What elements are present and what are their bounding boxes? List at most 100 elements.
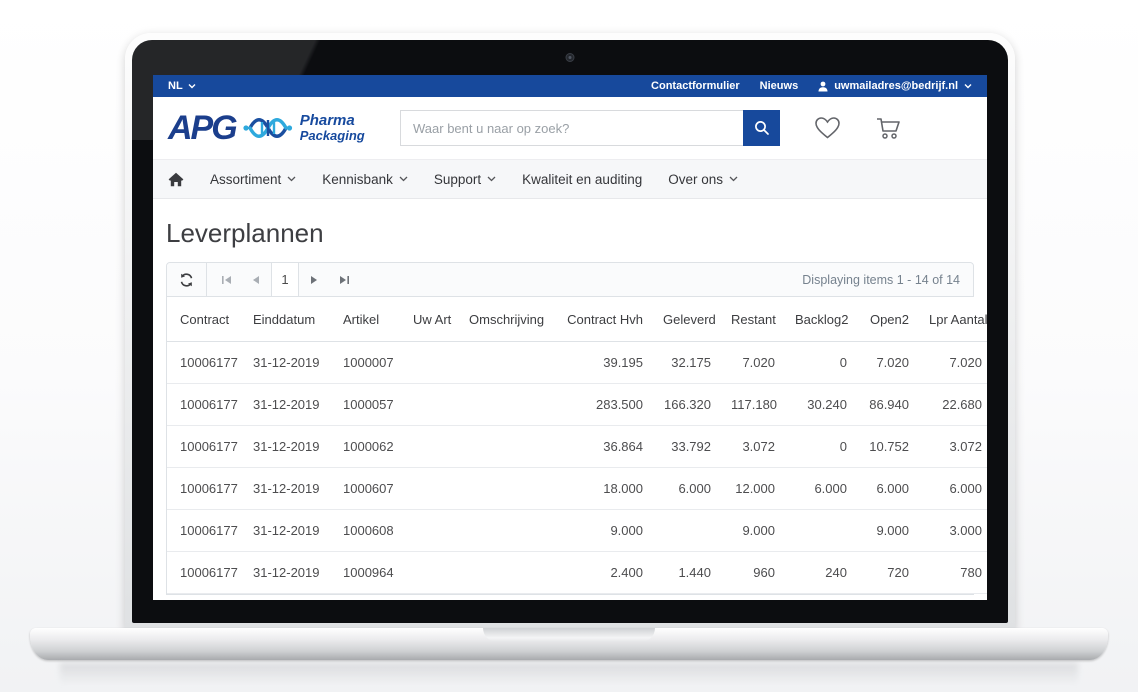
cell-omschrijving <box>459 510 555 552</box>
cell-einddatum: 31-12-2019 <box>243 510 333 552</box>
column-header-restant[interactable]: Restant <box>721 297 785 342</box>
cell-open2: 86.940 <box>857 384 919 426</box>
cell-contract-hvh: 2.400 <box>555 552 653 594</box>
laptop-base <box>30 628 1108 660</box>
nav-support[interactable]: Support <box>434 172 496 187</box>
cell-open2: 9.000 <box>857 510 919 552</box>
cell-contract: 10006177 <box>167 552 243 594</box>
nav-kwaliteit-en-auditing[interactable]: Kwaliteit en auditing <box>522 172 642 187</box>
top-utility-bar: NL Contactformulier Nieuws uwmailadres@b… <box>153 75 987 97</box>
nav-over-ons[interactable]: Over ons <box>668 172 738 187</box>
prev-page-button[interactable] <box>241 263 271 296</box>
cell-lpr-aantal: 6.000 <box>919 468 987 510</box>
refresh-icon <box>179 273 194 287</box>
column-header-lpr-aantal[interactable]: Lpr Aantal <box>919 297 987 342</box>
cell-restant: 117.180 <box>721 384 785 426</box>
laptop-bezel: NL Contactformulier Nieuws uwmailadres@b… <box>132 40 1008 623</box>
column-header-einddatum[interactable]: Einddatum <box>243 297 333 342</box>
pager: 1 <box>211 263 359 296</box>
column-header-contract-hvh[interactable]: Contract Hvh <box>555 297 653 342</box>
cell-artikel: 1000057 <box>333 384 403 426</box>
cell-uw-art <box>403 552 459 594</box>
pager-status: Displaying items 1 - 14 of 14 <box>802 263 973 296</box>
cell-restant: 12.000 <box>721 468 785 510</box>
cell-contract: 10006177 <box>167 342 243 384</box>
cart-button[interactable] <box>875 116 903 141</box>
column-header-geleverd[interactable]: Geleverd <box>653 297 721 342</box>
cell-contract: 10006177 <box>167 510 243 552</box>
nav-kennisbank[interactable]: Kennisbank <box>322 172 408 187</box>
search-input[interactable] <box>400 110 743 146</box>
column-header-omschrijving[interactable]: Omschrijving <box>459 297 555 342</box>
column-header-uw-art[interactable]: Uw Art <box>403 297 459 342</box>
chevron-down-icon <box>964 83 972 89</box>
first-page-button[interactable] <box>211 263 241 296</box>
language-selector[interactable]: NL <box>168 80 196 92</box>
contact-form-link[interactable]: Contactformulier <box>651 80 740 92</box>
cell-uw-art <box>403 342 459 384</box>
table-row: 10006177 31-12-2019 1000057 283.500 166.… <box>167 384 987 426</box>
table-row: 10006177 31-12-2019 1000007 39.195 32.17… <box>167 342 987 384</box>
main-navigation: Assortiment Kennisbank Support Kwaliteit… <box>153 159 987 199</box>
cell-artikel: 1000608 <box>333 510 403 552</box>
news-link[interactable]: Nieuws <box>760 80 799 92</box>
cell-lpr-aantal: 7.020 <box>919 342 987 384</box>
account-menu[interactable]: uwmailadres@bedrijf.nl <box>818 80 972 92</box>
leverplannen-table: Contract Einddatum Artikel Uw Art Omschr… <box>167 297 987 594</box>
cell-geleverd: 32.175 <box>653 342 721 384</box>
cell-geleverd <box>653 510 721 552</box>
wishlist-button[interactable] <box>814 116 841 140</box>
table-row: 10006177 31-12-2019 1000062 36.864 33.79… <box>167 426 987 468</box>
cell-contract-hvh: 36.864 <box>555 426 653 468</box>
page-title: Leverplannen <box>166 218 974 249</box>
account-email: uwmailadres@bedrijf.nl <box>834 80 958 92</box>
cell-restant: 960 <box>721 552 785 594</box>
company-logo[interactable]: APG Pharma P <box>168 111 400 145</box>
search-box <box>400 110 780 146</box>
cell-geleverd: 6.000 <box>653 468 721 510</box>
chevron-down-icon <box>487 176 496 182</box>
nav-assortiment[interactable]: Assortiment <box>210 172 296 187</box>
column-header-open2[interactable]: Open2 <box>857 297 919 342</box>
cell-lpr-aantal: 3.072 <box>919 426 987 468</box>
table-header-row: Contract Einddatum Artikel Uw Art Omschr… <box>167 297 987 342</box>
search-icon <box>754 120 770 136</box>
chevron-down-icon <box>399 176 408 182</box>
page-number-current[interactable]: 1 <box>271 263 299 296</box>
chevron-down-icon <box>729 176 738 182</box>
cell-backlog2: 6.000 <box>785 468 857 510</box>
cell-omschrijving <box>459 468 555 510</box>
cell-restant: 3.072 <box>721 426 785 468</box>
cell-contract-hvh: 9.000 <box>555 510 653 552</box>
table-row: 10006177 31-12-2019 1000964 2.400 1.440 … <box>167 552 987 594</box>
column-header-artikel[interactable]: Artikel <box>333 297 403 342</box>
column-header-backlog2[interactable]: Backlog2 <box>785 297 857 342</box>
cell-backlog2: 0 <box>785 342 857 384</box>
last-page-button[interactable] <box>329 263 359 296</box>
logo-subtitle: Pharma Packaging <box>300 113 365 142</box>
refresh-button[interactable] <box>167 263 207 296</box>
cell-artikel: 1000062 <box>333 426 403 468</box>
logo-apg-text: APG <box>168 111 236 145</box>
cell-backlog2: 0 <box>785 426 857 468</box>
cell-omschrijving <box>459 342 555 384</box>
next-page-button[interactable] <box>299 263 329 296</box>
leverplannen-grid: 1 Displaying items 1 - 14 of 14 <box>166 262 974 595</box>
nav-home[interactable] <box>168 172 184 187</box>
chevron-down-icon <box>287 176 296 182</box>
search-button[interactable] <box>743 110 780 146</box>
cell-geleverd: 1.440 <box>653 552 721 594</box>
table-row: 10006177 31-12-2019 1000607 18.000 6.000… <box>167 468 987 510</box>
laptop-frame: NL Contactformulier Nieuws uwmailadres@b… <box>125 33 1015 630</box>
browser-viewport: NL Contactformulier Nieuws uwmailadres@b… <box>153 75 987 600</box>
cell-uw-art <box>403 384 459 426</box>
cell-backlog2: 240 <box>785 552 857 594</box>
cell-contract-hvh: 18.000 <box>555 468 653 510</box>
column-header-contract[interactable]: Contract <box>167 297 243 342</box>
cell-einddatum: 31-12-2019 <box>243 426 333 468</box>
cell-backlog2 <box>785 510 857 552</box>
cell-omschrijving <box>459 552 555 594</box>
cell-omschrijving <box>459 426 555 468</box>
cell-contract: 10006177 <box>167 468 243 510</box>
cell-einddatum: 31-12-2019 <box>243 384 333 426</box>
